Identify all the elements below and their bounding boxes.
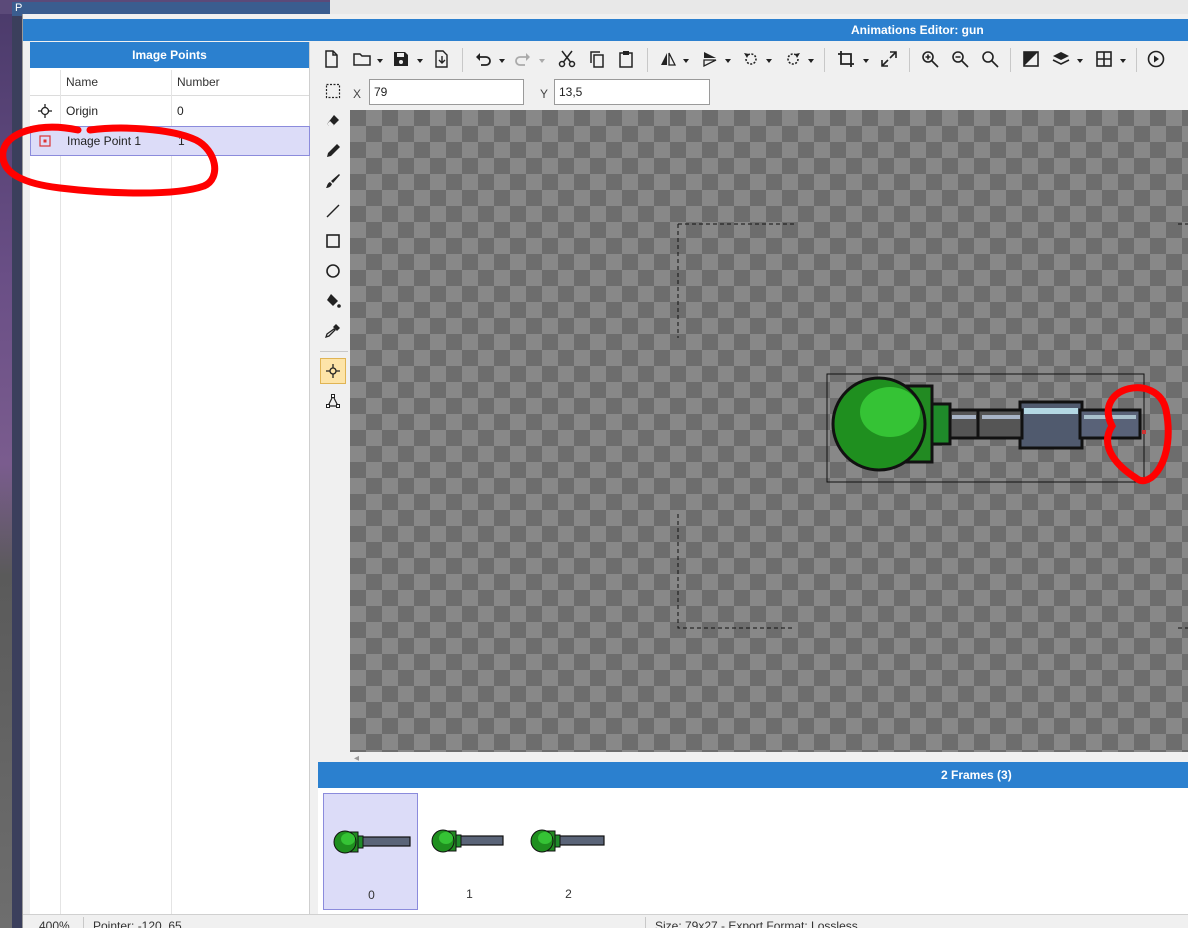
- gun-sprite: [831, 376, 1146, 472]
- frame-number: 2: [565, 887, 572, 901]
- frame-number: 1: [466, 887, 473, 901]
- grid-line: [171, 70, 172, 914]
- frame-number: 0: [368, 888, 375, 902]
- flip-horizontal-icon[interactable]: [657, 48, 679, 70]
- cut-icon[interactable]: [556, 48, 578, 70]
- point-row-image-point-1[interactable]: Image Point 1 1: [30, 126, 310, 156]
- column-header-name[interactable]: Name: [66, 75, 98, 89]
- status-separator: [83, 917, 84, 928]
- frame-thumbnail-1[interactable]: 1: [422, 793, 517, 910]
- point-number: 0: [177, 104, 184, 118]
- main-toolbar: [318, 42, 1188, 76]
- point-number: 1: [178, 134, 185, 148]
- pointer-position: Pointer: -120, 65: [93, 919, 182, 928]
- chevron-down-icon[interactable]: [1076, 54, 1084, 63]
- line-icon[interactable]: [320, 198, 346, 224]
- column-header-number[interactable]: Number: [177, 75, 220, 89]
- copy-icon[interactable]: [586, 48, 608, 70]
- x-label: X: [353, 87, 362, 101]
- eyedropper-icon[interactable]: [320, 318, 346, 344]
- zoom-reset-icon[interactable]: [979, 48, 1001, 70]
- background-window-area: [330, 0, 1188, 14]
- rotate-cw-icon[interactable]: [782, 48, 804, 70]
- image-points-panel: Image Points Name Number Origin 0 Image …: [30, 42, 310, 914]
- drawing-tools: [318, 108, 350, 758]
- toolbar-separator: [462, 48, 463, 72]
- points-column-headers: Name Number: [30, 68, 309, 96]
- polygon-tool-icon[interactable]: [320, 388, 346, 414]
- toolbar-separator: [824, 48, 825, 72]
- chevron-down-icon[interactable]: [862, 54, 870, 63]
- rotate-ccw-icon[interactable]: [740, 48, 762, 70]
- frames-title: 2 Frames (3): [941, 768, 1012, 782]
- eraser-icon[interactable]: [320, 108, 346, 134]
- point-name: Image Point 1: [67, 134, 142, 148]
- image-point-icon: [38, 134, 52, 148]
- point-coordinates-row: X Y: [318, 76, 1188, 108]
- tool-separator: [320, 351, 348, 352]
- export-icon[interactable]: [430, 48, 452, 70]
- point-name: Origin: [66, 104, 99, 118]
- layers-icon[interactable]: [1050, 48, 1072, 70]
- resize-icon[interactable]: [878, 48, 900, 70]
- brush-icon[interactable]: [320, 168, 346, 194]
- image-points-header: Image Points: [30, 42, 309, 68]
- y-coordinate-input[interactable]: [554, 79, 710, 105]
- size-export-format: Size: 79x27 - Export Format: Lossless: [655, 919, 858, 928]
- crosshair-icon: [38, 104, 52, 118]
- pencil-icon[interactable]: [320, 138, 346, 164]
- flip-vertical-icon[interactable]: [699, 48, 721, 70]
- fill-bucket-icon[interactable]: [320, 288, 346, 314]
- drawing-canvas[interactable]: [350, 110, 1188, 752]
- frame-thumbnail-0[interactable]: 0: [323, 793, 418, 910]
- rectangle-icon[interactable]: [320, 228, 346, 254]
- grid-icon[interactable]: [1093, 48, 1115, 70]
- crop-icon[interactable]: [835, 48, 857, 70]
- chevron-down-icon[interactable]: [498, 54, 506, 63]
- toolbar-separator: [1010, 48, 1011, 72]
- zoom-level: 400%: [39, 919, 70, 928]
- frames-header: 2 Frames (3): [318, 762, 1188, 788]
- select-rect-icon[interactable]: [320, 78, 346, 104]
- y-label: Y: [540, 87, 549, 101]
- zoom-out-icon[interactable]: [949, 48, 971, 70]
- chevron-down-icon[interactable]: [538, 54, 546, 63]
- undo-icon[interactable]: [472, 48, 494, 70]
- redo-icon[interactable]: [512, 48, 534, 70]
- toolbar-separator: [909, 48, 910, 72]
- status-bar: 400% Pointer: -120, 65 Size: 79x27 - Exp…: [23, 914, 1188, 928]
- frame-gun-thumbnail: [333, 830, 411, 854]
- chevron-down-icon[interactable]: [376, 54, 384, 63]
- chevron-down-icon[interactable]: [807, 54, 815, 63]
- point-row-origin[interactable]: Origin 0: [30, 96, 310, 126]
- frames-panel: 2 Frames (3) 0 1 2: [318, 762, 1188, 914]
- animations-editor-window: Animations Editor: gun Image Points Name…: [22, 14, 1188, 928]
- grid-line: [60, 70, 61, 914]
- chevron-down-icon[interactable]: [765, 54, 773, 63]
- chevron-down-icon[interactable]: [682, 54, 690, 63]
- point-tool-icon[interactable]: [320, 358, 346, 384]
- toolbar-separator: [1136, 48, 1137, 72]
- new-file-icon[interactable]: [320, 48, 342, 70]
- chevron-down-icon[interactable]: [416, 54, 424, 63]
- x-coordinate-input[interactable]: [369, 79, 524, 105]
- toolbar-separator: [647, 48, 648, 72]
- chevron-down-icon[interactable]: [724, 54, 732, 63]
- open-folder-icon[interactable]: [351, 48, 373, 70]
- frame-gun-thumbnail: [530, 829, 605, 853]
- status-separator: [645, 917, 646, 928]
- window-title-bar[interactable]: Animations Editor: gun: [23, 19, 1188, 41]
- chevron-down-icon[interactable]: [1119, 54, 1127, 63]
- frame-gun-thumbnail: [431, 829, 504, 853]
- frame-thumbnail-2[interactable]: 2: [521, 793, 616, 910]
- color-icon[interactable]: [1020, 48, 1042, 70]
- window-title: Animations Editor: gun: [851, 23, 984, 37]
- play-icon[interactable]: [1145, 48, 1167, 70]
- canvas-content: [677, 223, 1188, 629]
- desktop-background-strip: [0, 0, 12, 928]
- zoom-in-icon[interactable]: [919, 48, 941, 70]
- paste-icon[interactable]: [615, 48, 637, 70]
- save-icon[interactable]: [390, 48, 412, 70]
- ellipse-icon[interactable]: [320, 258, 346, 284]
